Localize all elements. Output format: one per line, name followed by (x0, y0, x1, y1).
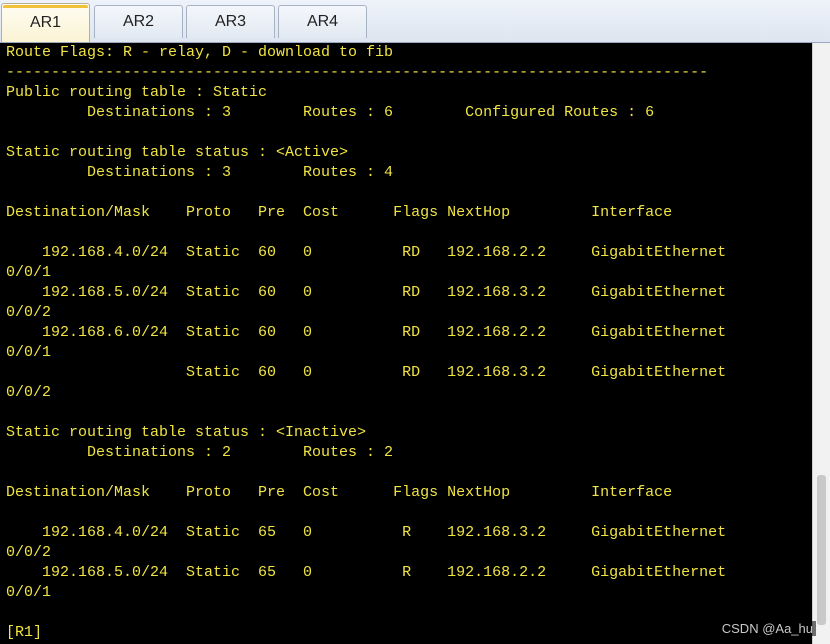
terminal-line: 192.168.4.0/24 Static 65 0 R 192.168.3.2… (6, 524, 727, 541)
terminal-line: Destinations : 3 Routes : 6 Configured R… (6, 104, 655, 121)
tab-ar3[interactable]: AR3 (186, 5, 275, 38)
terminal-line: 0/0/1 (6, 344, 52, 361)
scrollbar-thumb[interactable] (817, 475, 826, 625)
terminal-line: 192.168.5.0/24 Static 60 0 RD 192.168.3.… (6, 284, 727, 301)
terminal-line: 0/0/2 (6, 544, 52, 561)
terminal-line: 192.168.5.0/24 Static 65 0 R 192.168.2.2… (6, 564, 727, 581)
terminal-line: Static routing table status : <Inactive> (6, 424, 367, 441)
terminal-prompt: [R1] (6, 624, 43, 641)
terminal-line: 192.168.4.0/24 Static 60 0 RD 192.168.2.… (6, 244, 727, 261)
terminal-line: 0/0/1 (6, 584, 52, 601)
terminal-line: 0/0/1 (6, 264, 52, 281)
terminal-line: 0/0/2 (6, 384, 52, 401)
terminal-line: Destinations : 2 Routes : 2 (6, 444, 394, 461)
terminal-line: Static 60 0 RD 192.168.3.2 GigabitEthern… (6, 364, 727, 381)
terminal-line: 0/0/2 (6, 304, 52, 321)
terminal-console[interactable]: Route Flags: R - relay, D - download to … (0, 43, 812, 644)
tab-ar2[interactable]: AR2 (94, 5, 183, 38)
terminal-line: Destinations : 3 Routes : 4 (6, 164, 394, 181)
watermark: CSDN @Aa_hu (718, 621, 816, 636)
terminal-line: Destination/Mask Proto Pre Cost Flags Ne… (6, 484, 673, 501)
terminal-line: Route Flags: R - relay, D - download to … (6, 44, 394, 61)
tab-ar1[interactable]: AR1 (1, 3, 90, 42)
terminal-line: Public routing table : Static (6, 84, 268, 101)
terminal-line: Destination/Mask Proto Pre Cost Flags Ne… (6, 204, 673, 221)
tab-bar: AR1 AR2 AR3 AR4 (0, 0, 830, 43)
tab-ar4[interactable]: AR4 (278, 5, 367, 38)
vertical-scrollbar[interactable] (812, 43, 830, 644)
terminal-line: 192.168.6.0/24 Static 60 0 RD 192.168.2.… (6, 324, 727, 341)
terminal-line: ----------------------------------------… (6, 64, 709, 81)
terminal-line: Static routing table status : <Active> (6, 144, 349, 161)
